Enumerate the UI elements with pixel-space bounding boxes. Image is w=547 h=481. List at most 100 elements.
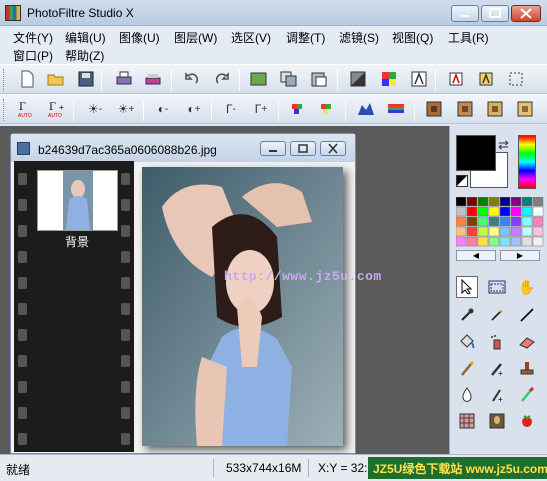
crop-icon[interactable]: [446, 69, 466, 89]
toolbar-grip[interactable]: [3, 99, 6, 121]
film-sprocket: [121, 381, 130, 393]
gamma-auto-plus-icon[interactable]: Γ AUTO +: [47, 99, 67, 119]
saturation-minus-icon[interactable]: [289, 99, 309, 119]
pointer-tool-icon[interactable]: [456, 276, 478, 298]
fit-icon[interactable]: [476, 69, 496, 89]
line-icon[interactable]: [516, 304, 538, 326]
finger-icon[interactable]: +: [486, 384, 508, 406]
document-icon: [17, 142, 30, 155]
undo-icon[interactable]: [182, 69, 202, 89]
contrast-minus-icon[interactable]: ◐ -: [153, 99, 173, 119]
filter-3-icon[interactable]: [485, 99, 505, 119]
toolbar-separator: [143, 99, 144, 121]
menu-edit[interactable]: 编辑(U): [65, 29, 106, 46]
doc-maximize-button[interactable]: [290, 141, 316, 156]
film-sprocket: [121, 199, 130, 211]
film-sprocket: [18, 225, 27, 237]
palette-next-button[interactable]: ▶: [500, 250, 540, 261]
hand-tool-icon[interactable]: ✋: [516, 276, 538, 298]
film-sprocket: [18, 407, 27, 419]
filter-2-icon[interactable]: [455, 99, 475, 119]
magic-wand-icon[interactable]: ✦: [486, 304, 508, 326]
toolbar-separator: [414, 99, 415, 121]
transparency-icon[interactable]: [409, 69, 429, 89]
new-file-icon[interactable]: [17, 69, 37, 89]
menu-layer[interactable]: 图层(W): [174, 29, 217, 46]
drop-icon[interactable]: [456, 384, 478, 406]
menu-view[interactable]: 视图(Q): [392, 29, 433, 46]
save-icon[interactable]: [76, 69, 96, 89]
color-spectrum[interactable]: [518, 135, 536, 189]
copy-icon[interactable]: [279, 69, 299, 89]
brightness-plus-icon[interactable]: ☀ +: [116, 99, 136, 119]
spray-icon[interactable]: [486, 331, 508, 353]
doc-minimize-button[interactable]: [260, 141, 286, 156]
pipette-icon[interactable]: [456, 304, 478, 326]
print-icon[interactable]: [114, 69, 134, 89]
image-canvas[interactable]: [142, 167, 343, 446]
toolbar-grip[interactable]: [3, 69, 6, 91]
menu-adjust[interactable]: 调整(T): [286, 29, 325, 46]
filter-4-icon[interactable]: [515, 99, 535, 119]
menu-selection[interactable]: 选区(V): [231, 29, 271, 46]
scan-icon[interactable]: [143, 69, 163, 89]
paste-as-image-icon[interactable]: [249, 69, 269, 89]
maximize-button[interactable]: [481, 5, 509, 22]
gamma-auto-icon[interactable]: Γ AUTO: [17, 99, 37, 119]
swap-colors-icon[interactable]: ⇄: [498, 137, 509, 153]
film-sprocket: [18, 173, 27, 185]
adjust-toolbar: Γ AUTO Γ AUTO + ☀ - ☀ + ◐ - ◐ + Γ- Γ +: [0, 94, 547, 124]
color-palette[interactable]: [455, 196, 544, 247]
rgb-icon[interactable]: [386, 99, 406, 119]
minimize-button[interactable]: [451, 5, 479, 22]
bucket-icon[interactable]: [456, 331, 478, 353]
menu-image[interactable]: 图像(U): [119, 29, 160, 46]
menu-filter[interactable]: 滤镜(S): [339, 29, 379, 46]
effect-brush-icon[interactable]: +: [486, 358, 508, 380]
title-bar: PhotoFiltre Studio X: [0, 0, 547, 26]
filter-1-icon[interactable]: [424, 99, 444, 119]
contrast-plus-icon[interactable]: ◐ +: [184, 99, 204, 119]
color-palette-icon[interactable]: [379, 69, 399, 89]
gamma-minus-icon[interactable]: Γ-: [221, 99, 241, 119]
pattern-icon[interactable]: [456, 410, 478, 432]
paste-icon[interactable]: [309, 69, 329, 89]
svg-text:AUTO: AUTO: [18, 113, 32, 118]
document-title-bar[interactable]: b24639d7ac365a0606088b26.jpg: [11, 134, 355, 162]
film-sprocket: [121, 225, 130, 237]
doc-close-button[interactable]: [320, 141, 346, 156]
saturation-plus-icon[interactable]: [318, 99, 338, 119]
fill-icon[interactable]: [348, 69, 368, 89]
menu-file[interactable]: 文件(Y): [13, 29, 53, 46]
menu-tools[interactable]: 工具(R): [448, 29, 489, 46]
film-sprocket: [121, 303, 130, 315]
mona-lisa-icon[interactable]: [486, 410, 508, 432]
selection-tool-icon[interactable]: [486, 276, 508, 298]
close-button[interactable]: [511, 5, 541, 22]
redo-icon[interactable]: [212, 69, 232, 89]
layer-thumbnail[interactable]: [37, 170, 118, 231]
toolbar-separator: [211, 99, 212, 121]
film-sprocket: [18, 277, 27, 289]
status-coordinates: X:Y = 32:: [318, 461, 368, 475]
toolbar-separator: [101, 69, 102, 91]
eraser-icon[interactable]: [516, 331, 538, 353]
stamp-icon[interactable]: [516, 358, 538, 380]
clone-icon[interactable]: [516, 384, 538, 406]
status-divider: [308, 459, 309, 477]
menu-window[interactable]: 窗口(P): [13, 47, 53, 64]
document-filename: b24639d7ac365a0606088b26.jpg: [38, 143, 217, 157]
brush-icon[interactable]: [456, 358, 478, 380]
status-ready: 就绪: [6, 463, 31, 477]
palette-prev-button[interactable]: ◀: [456, 250, 496, 261]
reset-colors-icon[interactable]: [456, 175, 468, 187]
film-sprocket: [121, 329, 130, 341]
strawberry-icon[interactable]: [516, 410, 538, 432]
brightness-minus-icon[interactable]: ☀ -: [85, 99, 105, 119]
menu-help[interactable]: 帮助(Z): [65, 47, 104, 64]
open-folder-icon[interactable]: [46, 69, 66, 89]
select-icon[interactable]: [506, 69, 526, 89]
svg-text:AUTO: AUTO: [48, 113, 62, 118]
gamma-plus-icon[interactable]: Γ +: [251, 99, 271, 119]
levels-icon[interactable]: [356, 99, 376, 119]
